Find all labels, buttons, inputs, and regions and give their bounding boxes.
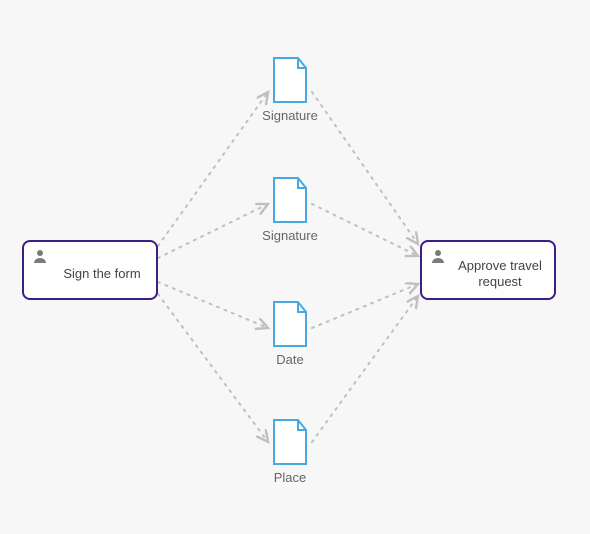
document-label: Date	[230, 352, 350, 367]
task-node-sign-the-form[interactable]: Sign the form	[22, 240, 158, 300]
document-icon	[270, 176, 310, 224]
user-icon	[430, 248, 446, 267]
task-label: Sign the form	[50, 266, 154, 282]
task-label: Approve travel request	[448, 258, 552, 289]
document-label: Place	[230, 470, 350, 485]
document-node-place[interactable]: Place	[270, 418, 310, 466]
diagram-canvas: Sign the form Approve travel request Sig…	[0, 0, 590, 534]
document-label: Signature	[230, 228, 350, 243]
document-node-signature-1[interactable]: Signature	[270, 56, 310, 104]
task-node-approve-travel-request[interactable]: Approve travel request	[420, 240, 556, 300]
document-node-date[interactable]: Date	[270, 300, 310, 348]
document-node-signature-2[interactable]: Signature	[270, 176, 310, 224]
document-icon	[270, 300, 310, 348]
document-icon	[270, 418, 310, 466]
user-icon	[32, 248, 48, 267]
document-icon	[270, 56, 310, 104]
document-label: Signature	[230, 108, 350, 123]
